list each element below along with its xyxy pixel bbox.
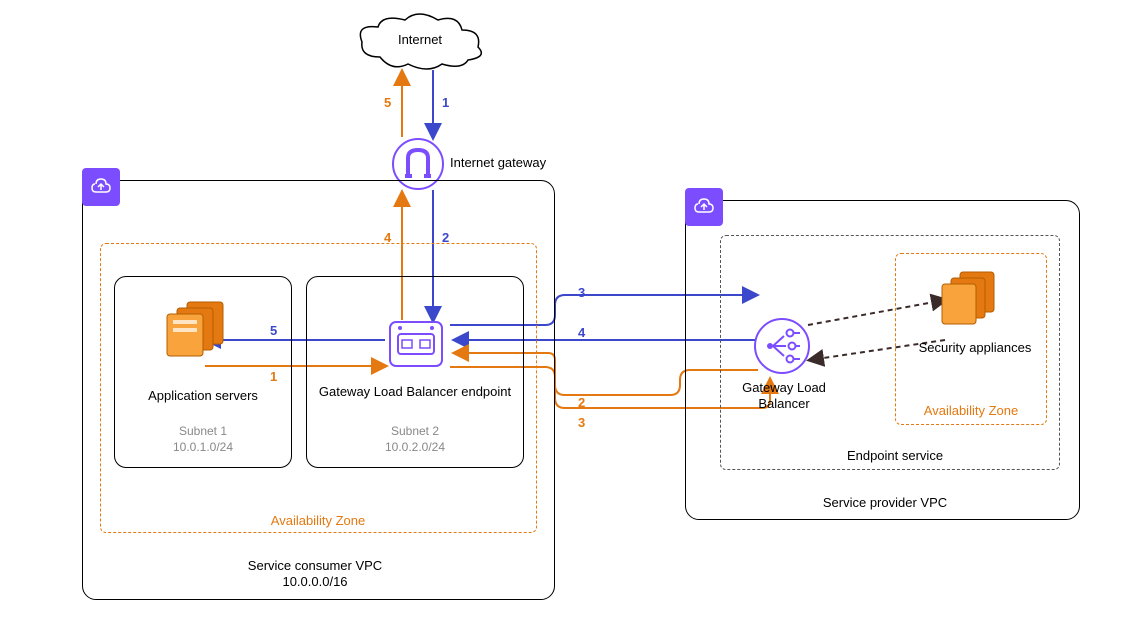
- provider-vpc-title: Service provider VPC: [800, 495, 970, 510]
- glb-icon: [754, 318, 810, 379]
- glb-endpoint-icon: [388, 320, 444, 373]
- provider-vpc-badge-icon: [685, 188, 723, 226]
- flow-blue-1: 1: [442, 95, 449, 110]
- subnet2-title: Gateway Load Balancer endpoint: [312, 384, 518, 400]
- consumer-az-label: Availability Zone: [248, 513, 388, 528]
- flow-orange-3: 3: [578, 415, 585, 430]
- flow-orange-5: 5: [384, 95, 391, 110]
- security-appliances-label: Security appliances: [915, 340, 1035, 356]
- vpc-badge-icon: [82, 168, 120, 206]
- flow-orange-4: 4: [384, 230, 391, 245]
- internet-gateway-label: Internet gateway: [450, 155, 546, 170]
- subnet1-title: Application servers: [120, 388, 286, 403]
- flow-orange-2: 2: [578, 395, 585, 410]
- provider-az-label: Availability Zone: [905, 403, 1037, 418]
- app-servers-icon: [165, 300, 237, 365]
- security-appliances-icon: [940, 270, 1006, 331]
- flow-blue-4: 4: [578, 325, 585, 340]
- flow-blue-3: 3: [578, 285, 585, 300]
- internet-label: Internet: [390, 32, 450, 47]
- flow-blue-5: 5: [270, 323, 277, 338]
- consumer-vpc-title: Service consumer VPC: [175, 558, 455, 573]
- glb-label: Gateway Load Balancer: [732, 380, 836, 413]
- flow-orange-1: 1: [270, 369, 277, 384]
- subnet1-name: Subnet 1: [120, 424, 286, 438]
- subnet1-cidr: 10.0.1.0/24: [120, 440, 286, 454]
- endpoint-service-label: Endpoint service: [830, 448, 960, 463]
- flow-blue-2: 2: [442, 230, 449, 245]
- consumer-vpc-cidr: 10.0.0.0/16: [175, 574, 455, 589]
- subnet2-name: Subnet 2: [312, 424, 518, 438]
- subnet2-cidr: 10.0.2.0/24: [312, 440, 518, 454]
